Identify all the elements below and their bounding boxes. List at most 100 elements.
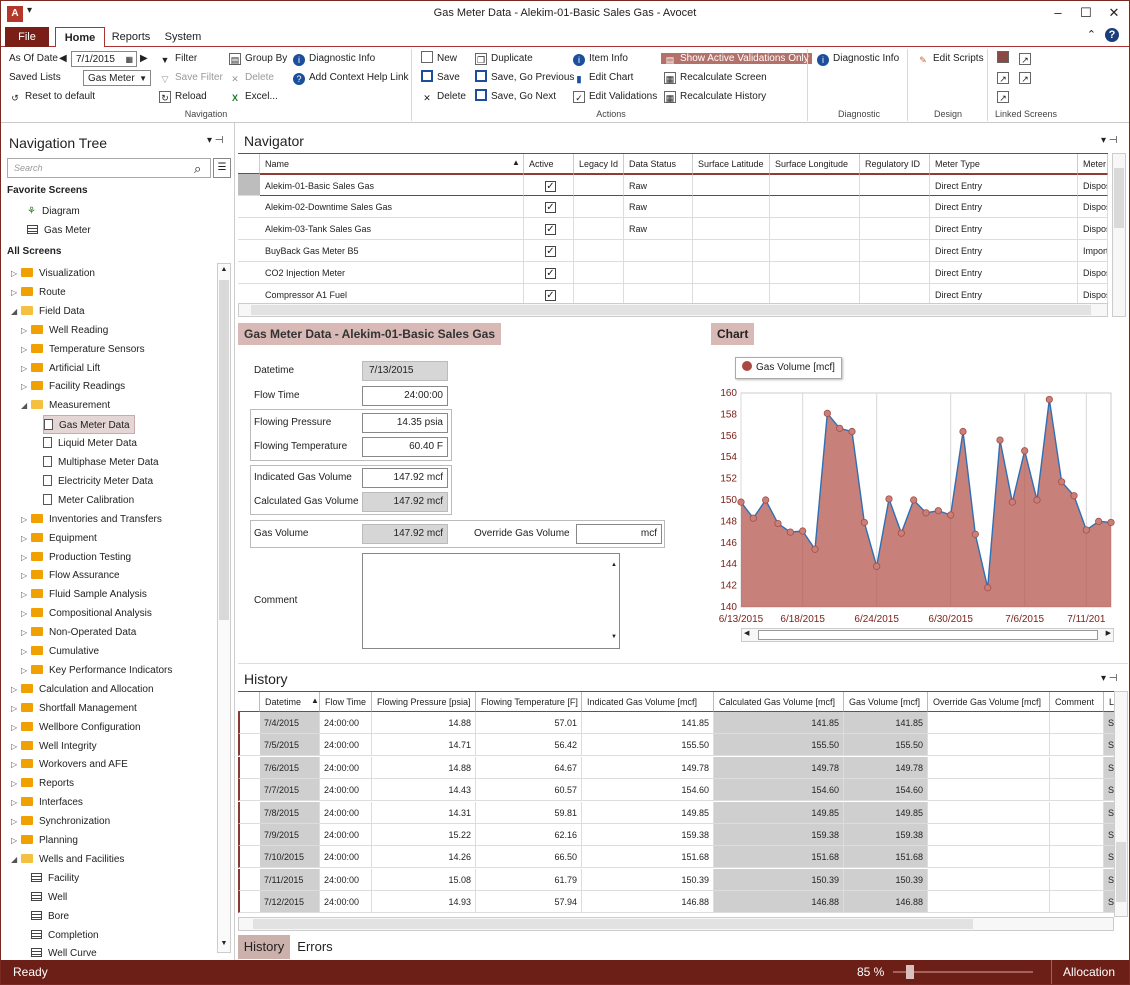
navigator-cell[interactable] xyxy=(770,240,860,262)
history-cell[interactable]: 14.71 xyxy=(372,734,476,757)
navigator-cell[interactable]: Disposi xyxy=(1078,262,1108,284)
data-point[interactable] xyxy=(971,530,979,538)
navigator-cell[interactable]: Direct Entry xyxy=(930,174,1078,196)
navigator-cell[interactable] xyxy=(860,240,930,262)
history-cell[interactable] xyxy=(928,756,1050,779)
nav-item[interactable]: Completion xyxy=(21,926,99,945)
navigator-cell[interactable] xyxy=(860,174,930,196)
navigator-cell[interactable]: Disposi xyxy=(1078,174,1108,196)
data-point[interactable] xyxy=(1058,478,1066,486)
history-cell[interactable]: 14.93 xyxy=(372,891,476,914)
nav-item[interactable]: ▷ Facility Readings xyxy=(21,377,125,396)
data-point[interactable] xyxy=(774,519,782,528)
column-header[interactable]: Legacy Id xyxy=(574,154,624,174)
scroll-down-icon[interactable]: ▼ xyxy=(611,628,617,646)
history-cell[interactable]: 24:00:00 xyxy=(320,734,372,757)
data-point[interactable] xyxy=(984,584,992,592)
data-point[interactable] xyxy=(1107,518,1115,527)
edit-validations-button[interactable]: ✓ Edit Validations xyxy=(573,89,657,105)
column-header[interactable]: Comment xyxy=(1050,692,1104,712)
expand-arrow-icon[interactable]: ▷ xyxy=(11,774,21,793)
history-cell[interactable]: 159.38 xyxy=(714,824,844,846)
data-point[interactable] xyxy=(836,424,844,432)
diagnostic-info-nav-button[interactable]: i Diagnostic Info xyxy=(293,51,375,67)
history-cell[interactable] xyxy=(1050,779,1104,802)
navigator-cell[interactable] xyxy=(693,240,770,262)
history-cell[interactable]: 24:00:00 xyxy=(320,756,372,779)
indicated-gas-volume-field[interactable]: 147.92 mcf xyxy=(362,468,448,488)
zoom-slider-track[interactable] xyxy=(893,971,1033,973)
history-cell[interactable]: 7/12/2015 xyxy=(260,891,320,914)
history-hscroll[interactable] xyxy=(238,917,1114,931)
data-point[interactable] xyxy=(786,528,794,536)
data-point[interactable] xyxy=(737,498,745,506)
history-cell[interactable]: 59.81 xyxy=(476,801,582,824)
history-cell[interactable]: 64.67 xyxy=(476,756,582,779)
history-cell[interactable]: 24:00:00 xyxy=(320,801,372,824)
history-cell[interactable] xyxy=(1050,891,1104,914)
history-cell[interactable]: 7/5/2015 xyxy=(260,734,320,757)
row-selector[interactable] xyxy=(238,846,260,869)
column-header[interactable]: Regulatory ID xyxy=(860,154,930,174)
navigator-vscroll-thumb[interactable] xyxy=(1114,168,1124,228)
nav-item[interactable]: ▷ Fluid Sample Analysis xyxy=(21,585,147,604)
data-point[interactable] xyxy=(996,436,1004,444)
data-point[interactable] xyxy=(959,427,967,436)
row-selector[interactable] xyxy=(238,712,260,734)
active-checkbox[interactable]: ✓ xyxy=(545,290,556,301)
nav-item[interactable]: ▷ Non-Operated Data xyxy=(21,623,136,642)
navigator-cell[interactable]: ✓ xyxy=(524,174,574,196)
data-point[interactable] xyxy=(848,427,856,436)
history-cell[interactable]: 24:00:00 xyxy=(320,846,372,869)
data-point[interactable] xyxy=(897,529,905,537)
history-cell[interactable]: 146.88 xyxy=(844,891,928,914)
date-prev-arrow-icon[interactable]: ◀ xyxy=(59,51,67,67)
history-cell[interactable]: 56.42 xyxy=(476,734,582,757)
collapse-ribbon-icon[interactable]: ⌃ xyxy=(1087,29,1096,41)
data-point[interactable] xyxy=(1045,395,1053,404)
history-cell[interactable]: 149.85 xyxy=(714,801,844,824)
expand-arrow-icon[interactable]: ▷ xyxy=(11,283,21,302)
history-cell[interactable]: 66.50 xyxy=(476,846,582,869)
data-point[interactable] xyxy=(749,514,757,522)
column-header[interactable]: Name xyxy=(260,154,524,174)
nav-item[interactable]: ▷ Well Reading xyxy=(21,321,108,340)
history-cell[interactable]: 14.88 xyxy=(372,756,476,779)
edit-chart-button[interactable]: ▮ Edit Chart xyxy=(573,70,634,86)
flowing-temperature-field[interactable]: 60.40 F xyxy=(362,437,448,457)
delete-filter-button[interactable]: ✕ Delete xyxy=(229,70,274,86)
nav-item[interactable]: ▷ Wellbore Configuration xyxy=(11,718,141,737)
history-cell[interactable]: 62.16 xyxy=(476,824,582,846)
active-checkbox[interactable]: ✓ xyxy=(545,181,556,192)
row-selector[interactable] xyxy=(238,196,260,218)
expand-arrow-icon[interactable]: ▷ xyxy=(21,359,31,378)
column-header[interactable]: Override Gas Volume [mcf] xyxy=(928,692,1050,712)
history-cell[interactable]: 149.78 xyxy=(714,756,844,779)
history-cell[interactable]: 57.01 xyxy=(476,712,582,734)
scroll-down-icon[interactable]: ▼ xyxy=(219,940,229,950)
expand-arrow-icon[interactable]: ▷ xyxy=(21,321,31,340)
nav-item[interactable]: ▷ Inventories and Transfers xyxy=(21,510,162,529)
row-selector[interactable] xyxy=(238,756,260,779)
tab-history[interactable]: History xyxy=(238,935,290,959)
nav-item[interactable]: ▷ Temperature Sensors xyxy=(21,340,145,359)
history-cell[interactable]: 7/11/2015 xyxy=(260,868,320,891)
group-by-button[interactable]: ▤ Group By xyxy=(229,51,287,67)
navigator-cell[interactable] xyxy=(693,218,770,240)
nav-item[interactable]: ▷ Cumulative xyxy=(21,642,99,661)
history-vscroll-thumb[interactable] xyxy=(1116,842,1126,902)
save-go-next-button[interactable]: Save, Go Next xyxy=(475,89,556,105)
nav-item[interactable]: Meter Calibration xyxy=(43,491,134,510)
expand-arrow-icon[interactable]: ▷ xyxy=(11,755,21,774)
history-cell[interactable]: 146.88 xyxy=(582,891,714,914)
history-cell[interactable] xyxy=(1050,801,1104,824)
gas-volume-chart[interactable]: 140 142 144 146 148 150 152 154 156 158 160 6/13/20… xyxy=(713,381,1125,629)
navigator-hscroll[interactable] xyxy=(238,303,1108,317)
navigator-cell[interactable] xyxy=(693,262,770,284)
navigator-cell[interactable] xyxy=(574,174,624,196)
column-header[interactable]: Flow Time xyxy=(320,692,372,712)
nav-item[interactable]: ▷ Key Performance Indicators xyxy=(21,661,172,680)
history-cell[interactable]: 150.39 xyxy=(714,868,844,891)
history-cell[interactable] xyxy=(1050,734,1104,757)
nav-item[interactable]: Liquid Meter Data xyxy=(43,434,137,453)
